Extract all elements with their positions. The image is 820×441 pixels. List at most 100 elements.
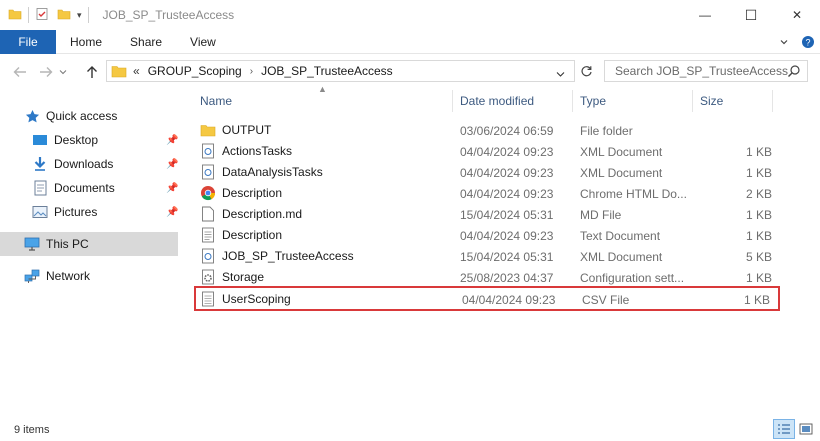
refresh-button[interactable]: [576, 60, 596, 82]
file-row[interactable]: DataAnalysisTasks 04/04/2024 09:23 XML D…: [194, 162, 782, 183]
file-date: 04/04/2024 09:23: [460, 229, 554, 243]
sidebar-item-quick-access[interactable]: Quick access: [24, 104, 117, 128]
back-button[interactable]: [8, 60, 32, 84]
recent-locations-button[interactable]: [56, 60, 70, 84]
large-icons-view-icon[interactable]: [795, 419, 817, 439]
column-divider[interactable]: [772, 90, 773, 112]
file-size: 1 KB: [745, 208, 772, 222]
file-row[interactable]: Description.md 15/04/2024 05:31 MD File …: [194, 204, 782, 225]
file-type: Text Document: [580, 229, 661, 243]
pin-icon[interactable]: 📌: [166, 207, 178, 218]
csv-file-icon: [200, 291, 216, 307]
expand-ribbon-icon[interactable]: [772, 37, 796, 47]
sidebar-item-label: This PC: [46, 237, 89, 251]
file-type: Configuration sett...: [580, 271, 685, 285]
close-button[interactable]: ✕: [774, 0, 820, 30]
toolbar-divider: [87, 7, 89, 23]
sidebar-item-desktop[interactable]: Desktop: [32, 128, 98, 152]
file-date: 04/04/2024 09:23: [460, 187, 554, 201]
file-date: 25/08/2023 04:37: [460, 271, 554, 285]
file-size: 1 KB: [745, 229, 772, 243]
sidebar-item-label: Pictures: [54, 205, 98, 219]
sidebar-item-label: Documents: [54, 181, 115, 195]
file-date: 04/04/2024 09:23: [460, 145, 554, 159]
file-type: MD File: [580, 208, 622, 222]
file-type: XML Document: [580, 166, 663, 180]
svg-text:?: ?: [805, 38, 810, 48]
pin-icon[interactable]: 📌: [166, 159, 178, 170]
pin-icon[interactable]: 📌: [166, 135, 178, 146]
tab-view[interactable]: View: [176, 30, 230, 54]
chrome-icon: [200, 185, 216, 201]
customize-toolbar-icon[interactable]: ▾: [77, 10, 82, 21]
maximize-button[interactable]: ☐: [728, 0, 774, 30]
file-type: File folder: [580, 124, 633, 138]
toolbar-divider: [28, 7, 29, 23]
properties-icon[interactable]: [35, 7, 49, 24]
column-divider[interactable]: [452, 90, 453, 112]
address-bar[interactable]: « GROUP_Scoping › JOB_SP_TrusteeAccess: [106, 60, 575, 82]
sort-ascending-icon: ▲: [318, 84, 327, 94]
file-row[interactable]: ActionsTasks 04/04/2024 09:23 XML Docume…: [194, 141, 782, 162]
file-size: 2 KB: [745, 187, 772, 201]
file-name: DataAnalysisTasks: [222, 165, 323, 179]
folder-icon: [200, 122, 216, 138]
tab-file[interactable]: File: [0, 29, 56, 54]
tab-share[interactable]: Share: [116, 30, 176, 54]
sidebar-item-label: Downloads: [54, 157, 114, 171]
file-size: 1 KB: [745, 166, 772, 180]
sidebar-item-documents[interactable]: Documents: [32, 176, 115, 200]
search-box[interactable]: Search JOB_SP_TrusteeAccess: [604, 60, 808, 82]
minimize-button[interactable]: —: [682, 0, 728, 30]
file-name: UserScoping: [222, 292, 291, 306]
file-row[interactable]: Description 04/04/2024 09:23 Chrome HTML…: [194, 183, 782, 204]
sidebar-item-label: Desktop: [54, 133, 99, 147]
navigation-bar: « GROUP_Scoping › JOB_SP_TrusteeAccess S…: [0, 56, 820, 88]
file-explorer-window: ▾ JOB_SP_TrusteeAccess — ☐ ✕ File Home S…: [0, 0, 820, 441]
ribbon-tabs: File Home Share View ?: [0, 29, 820, 54]
file-row[interactable]: JOB_SP_TrusteeAccess 15/04/2024 05:31 XM…: [194, 246, 782, 267]
sidebar-item-this-pc[interactable]: This PC: [24, 232, 89, 256]
file-name: ActionsTasks: [222, 144, 293, 158]
new-folder-icon[interactable]: [57, 7, 71, 24]
file-row[interactable]: Storage 25/08/2023 04:37 Configuration s…: [194, 267, 782, 288]
breadcrumb-current-folder[interactable]: JOB_SP_TrusteeAccess: [261, 64, 393, 78]
file-date: 04/04/2024 09:23: [462, 293, 556, 307]
ribbon-right-controls: ?: [772, 30, 820, 54]
address-dropdown-icon[interactable]: [556, 67, 565, 81]
column-header-date[interactable]: Date modified: [460, 88, 534, 114]
file-row[interactable]: OUTPUT 03/06/2024 06:59 File folder: [194, 120, 782, 141]
file-name: OUTPUT: [222, 123, 272, 137]
column-header-name[interactable]: Name: [200, 88, 232, 114]
column-header-size[interactable]: Size: [700, 88, 723, 114]
tab-home[interactable]: Home: [56, 30, 116, 54]
file-date: 04/04/2024 09:23: [460, 166, 554, 180]
file-name: Description.md: [222, 207, 303, 221]
search-input[interactable]: Search JOB_SP_TrusteeAccess: [615, 64, 788, 78]
up-button[interactable]: [80, 60, 104, 84]
breadcrumb-separator-icon[interactable]: ›: [250, 66, 253, 77]
breadcrumb-group-scoping[interactable]: GROUP_Scoping: [148, 64, 242, 78]
column-divider[interactable]: [572, 90, 573, 112]
sidebar-item-pictures[interactable]: Pictures: [32, 200, 97, 224]
navigation-pane: Quick access Desktop 📌 Downloads 📌 Docum…: [0, 100, 178, 410]
file-name: Storage: [222, 270, 265, 284]
window-controls: — ☐ ✕: [682, 0, 820, 30]
details-view-icon[interactable]: [773, 419, 795, 439]
pin-icon[interactable]: 📌: [166, 183, 178, 194]
file-row[interactable]: Description 04/04/2024 09:23 Text Docume…: [194, 225, 782, 246]
breadcrumb-overflow[interactable]: «: [133, 64, 140, 78]
sidebar-item-downloads[interactable]: Downloads: [32, 152, 113, 176]
help-icon[interactable]: ?: [796, 35, 820, 49]
folder-icon[interactable]: [8, 7, 22, 24]
column-divider[interactable]: [692, 90, 693, 112]
quick-access-toolbar: ▾: [0, 0, 95, 30]
file-row-highlighted[interactable]: UserScoping 04/04/2024 09:23 CSV File 1 …: [194, 286, 780, 311]
sidebar-item-network[interactable]: Network: [24, 264, 90, 288]
search-icon[interactable]: [787, 64, 801, 81]
forward-button[interactable]: [34, 60, 58, 84]
column-header-type[interactable]: Type: [580, 88, 606, 114]
file-date: 03/06/2024 06:59: [460, 124, 554, 138]
documents-icon: [32, 180, 48, 196]
file-type: Chrome HTML Do...: [580, 187, 687, 201]
